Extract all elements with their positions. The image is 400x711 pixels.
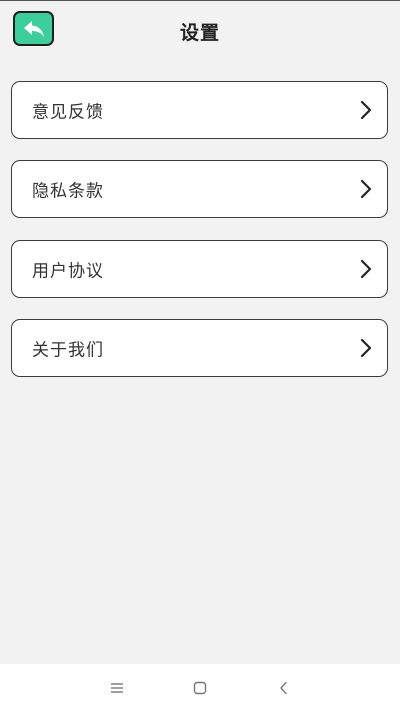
menu-item-label: 用户协议 — [32, 261, 104, 282]
system-nav-bar — [0, 664, 400, 711]
menu-item-label: 隐私条款 — [32, 181, 104, 202]
menu-item-label: 意见反馈 — [32, 102, 104, 123]
chevron-right-icon — [360, 100, 372, 120]
page-title: 设置 — [179, 22, 220, 44]
menu-item-privacy[interactable]: 隐私条款 — [11, 160, 388, 218]
nav-home-button[interactable] — [190, 678, 210, 698]
nav-back-button[interactable] — [274, 678, 294, 698]
chevron-right-icon — [360, 338, 372, 358]
back-icon — [280, 681, 287, 695]
chevron-right-icon — [360, 259, 372, 279]
header: 设置 — [0, 0, 400, 62]
menu-item-label: 关于我们 — [32, 340, 104, 361]
menu-item-feedback[interactable]: 意见反馈 — [11, 81, 388, 139]
menu-item-about-us[interactable]: 关于我们 — [11, 319, 388, 377]
nav-menu-button[interactable] — [107, 678, 127, 698]
menu-item-user-agreement[interactable]: 用户协议 — [11, 240, 388, 298]
home-icon — [193, 681, 207, 695]
chevron-right-icon — [360, 179, 372, 199]
menu-icon — [111, 683, 123, 693]
